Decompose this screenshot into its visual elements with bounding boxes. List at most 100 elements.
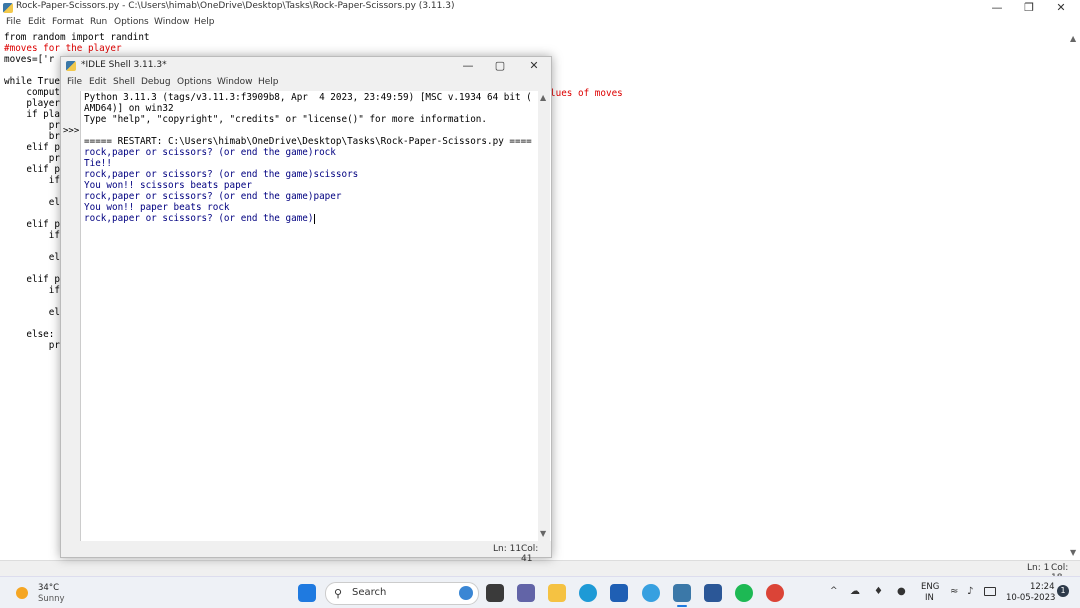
word-icon[interactable] [704,584,722,602]
shell-text-area[interactable]: >>> Python 3.11.3 (tags/v3.11.3:f3909b8,… [61,91,551,541]
scroll-up-icon[interactable]: ▲ [1070,34,1076,43]
code-line-6: comput [4,87,60,98]
shell-line-3: Type "help", "copyright", "credits" or "… [84,114,487,125]
menu-options[interactable]: Options [114,17,149,27]
onedrive-icon[interactable]: ☁ [850,586,860,597]
edge-browser-icon[interactable] [579,584,597,602]
shell-prompt-gutter: >>> [61,91,81,541]
dropbox-icon[interactable]: ♦ [874,586,883,597]
code-line-10: br [4,131,60,142]
shell-menubar: File Edit Shell Debug Options Window Hel… [61,76,551,90]
notification-badge[interactable]: 1 [1057,585,1069,597]
code-line-28: else: [4,329,55,340]
code-line-12: pr [4,153,60,164]
code-line-8: if pla [4,109,60,120]
shell-close-button[interactable]: ✕ [519,58,549,74]
shell-maximize-button[interactable]: ▢ [485,58,515,74]
code-line-1-text: from random import randint [4,32,150,43]
shell-scroll-up-icon[interactable]: ▲ [540,93,546,102]
shell-menu-options[interactable]: Options [177,77,212,87]
close-button[interactable]: ✕ [1046,0,1076,16]
menu-file[interactable]: File [6,17,21,27]
code-line-13: elif p [4,164,60,175]
menu-format[interactable]: Format [52,17,84,27]
menu-window[interactable]: Window [154,17,190,27]
shell-prompt: >>> [63,126,80,136]
shell-line-prompt-3: rock,paper or scissors? (or end the game… [84,191,342,202]
clock-date[interactable]: 10-05-2023 [1006,593,1055,603]
idle-shell-window[interactable]: *IDLE Shell 3.11.3* — ▢ ✕ File Edit Shel… [60,56,552,564]
clock-time[interactable]: 12:24 [1030,582,1055,592]
menu-edit[interactable]: Edit [28,17,45,27]
shell-minimize-button[interactable]: — [453,58,483,74]
show-hidden-icons-icon[interactable]: ^ [830,586,838,596]
search-label: Search [352,587,387,598]
edge-dev-icon[interactable] [642,584,660,602]
shell-menu-shell[interactable]: Shell [113,77,135,87]
wifi-icon[interactable]: ≈ [950,586,958,597]
editor-window-title: Rock-Paper-Scissors.py - C:\Users\himab\… [16,1,455,11]
shell-restart-line: ===== RESTART: C:\Users\himab\OneDrive\D… [84,136,532,147]
code-line-19: if [4,230,60,241]
shell-titlebar: *IDLE Shell 3.11.3* — ▢ ✕ [61,57,551,75]
shell-line-result-3: You won!! paper beats rock [84,202,230,213]
maximize-button[interactable]: ❐ [1014,0,1044,16]
sun-icon [16,587,28,599]
spotify-icon[interactable] [735,584,753,602]
taskbar-search[interactable]: ⚲ Search [325,582,479,605]
shell-line-1: Python 3.11.3 (tags/v3.11.3:f3909b8, Apr… [84,92,532,103]
code-line-5: while True [4,76,60,87]
shell-menu-window[interactable]: Window [217,77,253,87]
chrome-icon[interactable] [766,584,784,602]
teams-chat-icon[interactable] [517,584,535,602]
shell-menu-help[interactable]: Help [258,77,279,87]
shell-line-prompt-4[interactable]: rock,paper or scissors? (or end the game… [84,213,315,224]
code-line-3: moves=['r [4,54,55,65]
shell-line-result-1: Tie!! [84,158,112,169]
idle-taskbar-icon[interactable] [673,584,691,602]
shell-line-2: AMD64)] on win32 [84,103,174,114]
code-line-29: pr [4,340,60,351]
scroll-down-icon[interactable]: ▼ [1070,548,1076,557]
file-explorer-icon[interactable] [548,584,566,602]
battery-icon[interactable] [984,587,996,596]
shell-menu-file[interactable]: File [67,77,82,87]
code-line-26: el [4,307,60,318]
code-line-21: el [4,252,60,263]
editor-menubar: File Edit Format Run Options Window Help [0,16,1080,31]
language-indicator[interactable]: ENG [921,582,939,592]
shell-menu-edit[interactable]: Edit [89,77,106,87]
minimize-button[interactable]: — [982,0,1012,16]
code-line-9: pr [4,120,60,131]
code-line-18: elif p [4,219,60,230]
windows-start-icon[interactable] [298,584,316,602]
text-cursor [313,213,315,224]
shell-column-number: Col: 41 [521,544,539,564]
menu-help[interactable]: Help [194,17,215,27]
search-icon: ⚲ [334,587,343,600]
shell-line-prompt-4-text: rock,paper or scissors? (or end the game… [84,213,314,224]
weather-temperature: 34°C [38,583,60,593]
shell-line-prompt-2: rock,paper or scissors? (or end the game… [84,169,359,180]
shell-menu-debug[interactable]: Debug [141,77,171,87]
comment-fragment: lues of moves [550,88,623,99]
shell-scroll-down-icon[interactable]: ▼ [540,529,546,538]
shell-line-result-2: You won!! scissors beats paper [84,180,252,191]
editor-titlebar: Rock-Paper-Scissors.py - C:\Users\himab\… [0,0,1080,16]
menu-run[interactable]: Run [90,17,107,27]
weather-description: Sunny [38,594,65,604]
task-view-icon[interactable] [486,584,504,602]
code-line-11: elif p [4,142,60,153]
editor-line-number: Ln: 1 [1027,563,1050,573]
microsoft-store-icon[interactable] [610,584,628,602]
code-line-7: player [4,98,60,109]
shell-vertical-scrollbar[interactable]: ▲ ▼ [538,91,550,541]
bing-icon [459,586,473,600]
weather-widget[interactable]: 34°C Sunny [12,581,72,605]
code-line-23: elif p [4,274,60,285]
code-line-16: el [4,197,60,208]
shell-line-prompt-1: rock,paper or scissors? (or end the game… [84,147,336,158]
editor-vertical-scrollbar[interactable]: ▲ ▼ [1068,32,1080,559]
microphone-icon[interactable]: ● [897,586,906,597]
volume-icon[interactable]: ♪ [967,586,973,597]
